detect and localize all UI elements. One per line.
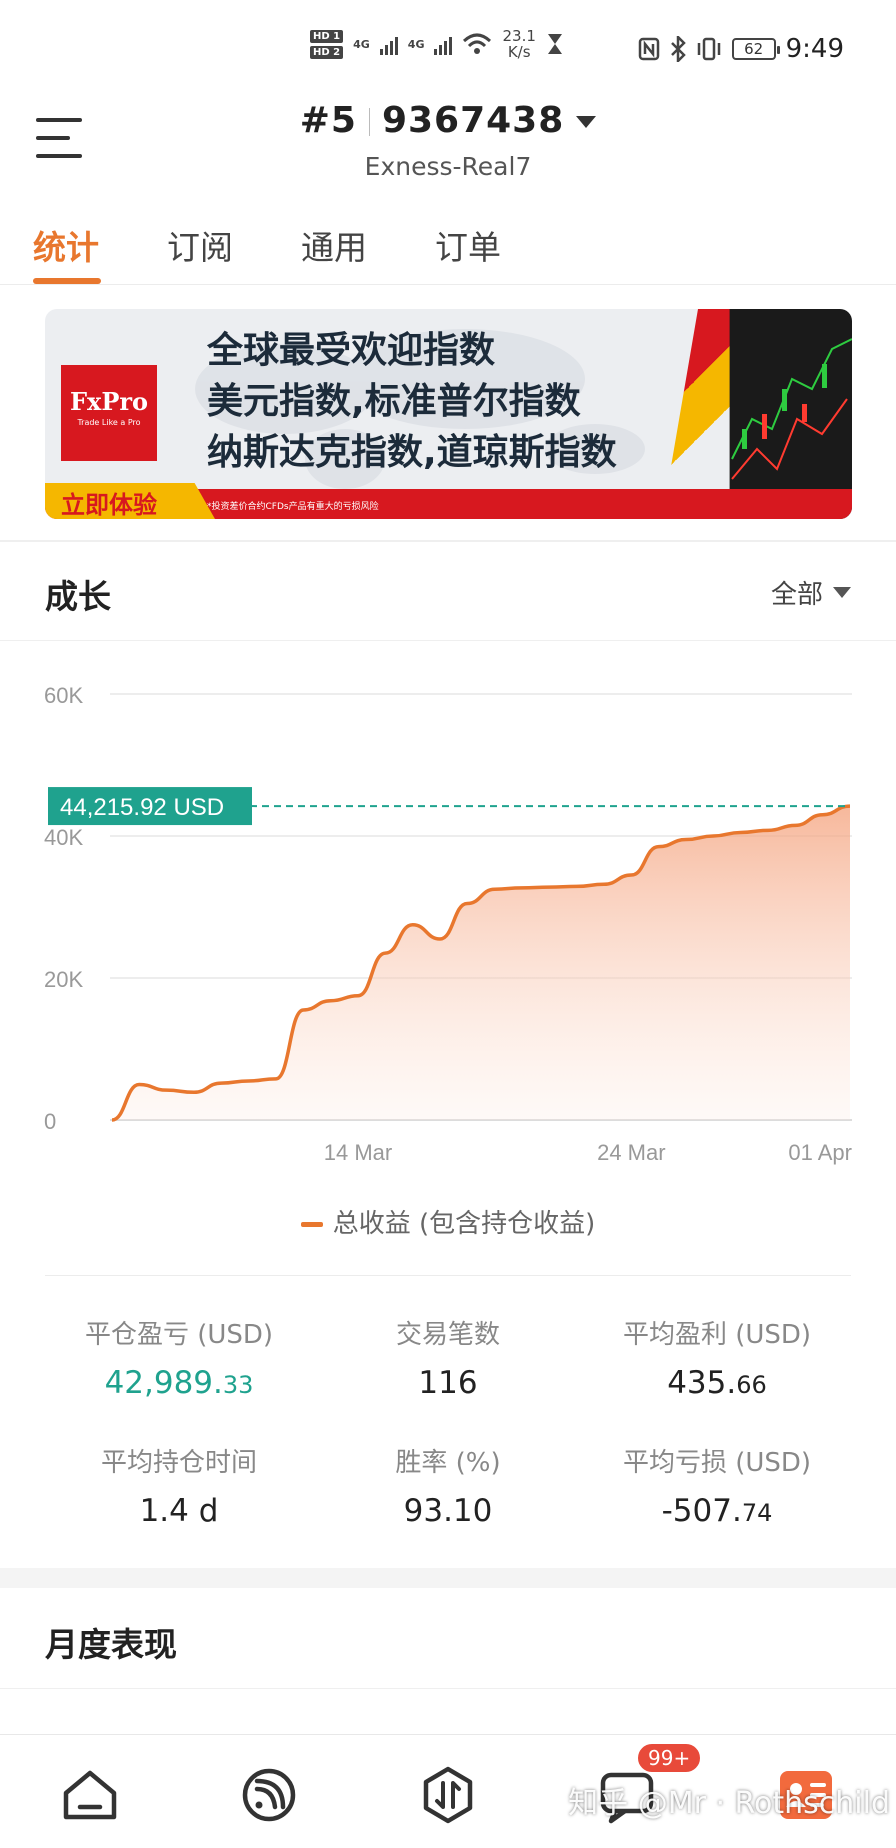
range-value: 全部 [770,580,823,610]
data-point [739,830,743,834]
data-point [137,1083,141,1087]
section-gap [0,1568,896,1588]
data-point [547,885,551,889]
data-point [493,887,497,891]
signal-2-icon [434,33,453,55]
banner-risk-note: *投资差价合约CFDs产品有重大的亏损风险 [207,502,379,512]
data-point [247,1079,251,1083]
data-point [711,834,715,838]
bluetooth-icon [670,36,686,62]
y-tick-label: 20K [44,967,83,992]
network-type-2: 4G [407,37,425,51]
data-point [356,994,360,998]
data-point [192,1090,196,1094]
data-point [821,813,825,817]
stat-avg-holding-time: 平均持仓时间 1.4 d [100,1448,257,1529]
net-speed: 23.1 K/s [502,27,536,61]
data-point [274,1077,278,1081]
server-name: Exness-Real7 [364,152,532,181]
y-tick-label: 0 [44,1109,56,1134]
chevron-down-icon [833,587,851,598]
hourglass-icon [547,34,562,54]
hd1-indicator: HD 1 [310,29,344,43]
data-point [411,923,415,927]
data-point [684,838,688,842]
data-point [110,1118,114,1122]
ad-banner[interactable]: FxPro Trade Like a Pro 全球最受欢迎指数 美元指数,标准普… [45,309,852,519]
notification-badge: 99+ [636,1742,703,1774]
data-point [766,828,770,832]
account-number: 9367438 [381,100,565,141]
chart-legend[interactable]: 总收益 (包含持仓收益) [0,1203,896,1240]
tab-statistics[interactable]: 统计 [33,221,99,269]
stat-trade-count: 交易笔数 116 [395,1320,500,1401]
data-point [793,823,797,827]
signals-icon[interactable] [237,1763,301,1827]
data-point [465,901,469,905]
section-divider [0,640,896,641]
hd2-indicator: HD 2 [310,45,344,59]
x-tick-label: 01 Apr [788,1140,852,1165]
data-point [165,1088,169,1092]
trade-icon[interactable] [416,1763,480,1827]
signal-1-icon [379,33,398,55]
tab-general[interactable]: 通用 [301,221,367,269]
status-right: 62 9:49 [638,34,844,64]
section-divider [0,540,896,542]
chevron-down-icon [576,116,597,128]
stat-avg-profit: 平均盈利 (USD) 435.66 [622,1320,812,1401]
section-divider [0,1688,896,1689]
banner-headline: 全球最受欢迎指数 美元指数,标准普尔指数 纳斯达克指数,道琼斯指数 [207,330,617,473]
x-tick-label: 24 Mar [597,1140,665,1165]
tab-active-indicator [33,278,101,284]
network-type-1: 4G [353,37,370,51]
watermark: 知乎 @Mr · Rothschild [568,1786,890,1821]
legend-swatch [300,1222,323,1227]
x-tick-label: 14 Mar [324,1140,392,1165]
vibrate-icon [697,37,720,61]
current-value-label: 44,215.92 USD [60,794,224,821]
status-bar: HD 1 HD 2 4G 4G 23.1 K/s 62 9:49 [0,0,896,100]
data-point [848,804,852,808]
data-point [657,845,661,849]
data-point [629,873,633,877]
data-point [301,1008,305,1012]
growth-chart[interactable]: 0 20K 40K 60K 44,215.92 USD 14 Mar 24 Mar 01 … [0,660,896,1180]
data-point [383,951,387,955]
y-tick-label: 40K [44,825,83,850]
fxpro-logo: FxPro Trade Like a Pro [61,365,157,461]
data-point [575,884,579,888]
data-point [219,1081,223,1085]
clock: 9:49 [785,34,844,64]
monthly-title: 月度表现 [45,1625,177,1664]
banner-cta-button[interactable]: 立即体验 [45,483,215,519]
tab-subscribe[interactable]: 订阅 [167,221,233,269]
tab-bar: 统计 订阅 通用 订单 [0,215,896,285]
nfc-icon [638,37,659,61]
data-point [602,882,606,886]
growth-title: 成长 [45,577,111,616]
stats-grid: 平仓盈亏 (USD) 42,989.33 交易笔数 116 平均盈利 (USD)… [45,1275,851,1529]
account-rank: #5 [299,100,357,141]
legend-label: 总收益 (包含持仓收益) [332,1209,596,1239]
growth-area [112,806,850,1120]
stat-closed-pnl: 平仓盈亏 (USD) 42,989.33 [84,1320,274,1401]
stat-avg-loss: 平均亏损 (USD) -507.74 [622,1448,812,1529]
home-icon[interactable] [58,1763,122,1827]
data-point [438,937,442,941]
account-selector[interactable]: #5 9367438 [0,100,896,141]
battery-icon: 62 [731,38,780,60]
y-tick-label: 60K [44,683,83,708]
status-left: HD 1 HD 2 4G 4G 23.1 K/s [310,28,564,60]
data-point [329,999,333,1003]
tab-orders[interactable]: 订单 [435,221,501,269]
range-dropdown[interactable]: 全部 [771,574,851,611]
wifi-icon [463,33,492,54]
data-point [520,886,524,890]
stat-win-rate: 胜率 (%) 93.10 [395,1448,501,1529]
